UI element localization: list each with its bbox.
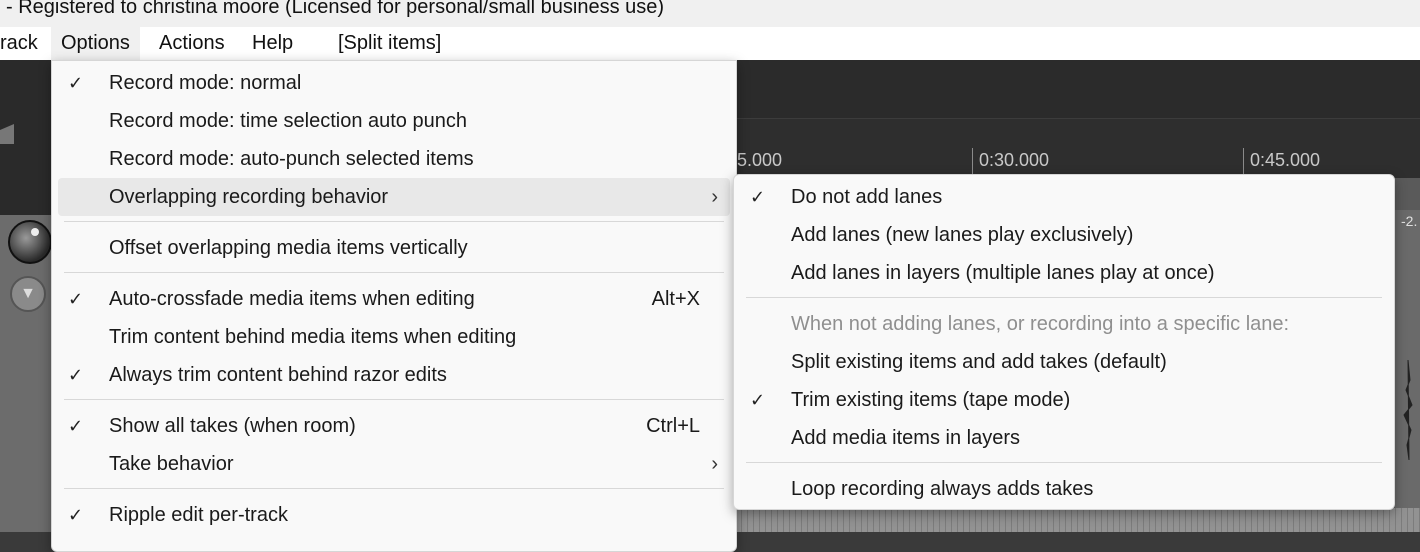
menu-actions[interactable]: Actions <box>149 27 235 60</box>
options-menu: ✓ Record mode: normal Record mode: time … <box>51 60 737 552</box>
title-bar: - Registered to christina moore (License… <box>0 0 1420 27</box>
menu-item-label: Split existing items and add takes (defa… <box>791 351 1167 373</box>
media-item-strip[interactable] <box>735 508 1420 532</box>
menu-item-overlapping-recording[interactable]: Overlapping recording behavior › <box>58 178 730 216</box>
menu-separator <box>64 272 724 273</box>
shortcut-label: Ctrl+L <box>646 415 700 437</box>
menu-item-label: Record mode: time selection auto punch <box>109 110 467 132</box>
ruler-region-lane <box>735 60 1420 118</box>
menu-item-trim-tape-mode[interactable]: ✓ Trim existing items (tape mode) <box>740 381 1388 419</box>
waveform <box>1403 360 1413 460</box>
check-icon: ✓ <box>750 187 766 207</box>
window-title: - Registered to christina moore (License… <box>6 0 665 18</box>
menu-item-ripple-edit[interactable]: ✓ Ripple edit per-track <box>58 496 730 534</box>
menu-item-label: Do not add lanes <box>791 186 943 208</box>
knob-indicator <box>31 228 39 236</box>
menu-item-do-not-add-lanes[interactable]: ✓ Do not add lanes <box>740 178 1388 216</box>
menu-item-trim-razor[interactable]: ✓ Always trim content behind razor edits <box>58 356 730 394</box>
menu-separator <box>746 462 1382 463</box>
menu-item-label: Take behavior <box>109 453 234 475</box>
menu-help[interactable]: Help <box>242 27 303 60</box>
menu-separator <box>64 221 724 222</box>
check-icon: ✓ <box>68 365 84 385</box>
ruler-tick <box>972 148 973 176</box>
volume-knob[interactable] <box>8 220 52 264</box>
menu-item-add-lanes-exclusive[interactable]: Add lanes (new lanes play exclusively) <box>740 216 1388 254</box>
menu-item-label: Always trim content behind razor edits <box>109 364 447 386</box>
menu-item-offset-overlapping[interactable]: Offset overlapping media items verticall… <box>58 229 730 267</box>
menu-item-label: Trim existing items (tape mode) <box>791 389 1071 411</box>
menu-item-add-items-layers[interactable]: Add media items in layers <box>740 419 1388 457</box>
menu-bar: rack Options Actions Help [Split items] <box>0 27 1420 60</box>
menu-item-label: When not adding lanes, or recording into… <box>791 313 1290 335</box>
check-icon: ✓ <box>68 289 84 309</box>
check-icon: ✓ <box>68 505 84 525</box>
menu-separator <box>64 488 724 489</box>
chevron-right-icon: › <box>711 453 718 475</box>
menu-item-label: Record mode: auto-punch selected items <box>109 148 474 170</box>
menu-item-take-behavior[interactable]: Take behavior › <box>58 445 730 483</box>
menu-item-label: Overlapping recording behavior <box>109 186 389 208</box>
menu-item-label: Offset overlapping media items verticall… <box>109 237 468 259</box>
chevron-right-icon: › <box>711 186 718 208</box>
ruler-label: 0:30.000 <box>979 150 1050 170</box>
menu-item-label: Record mode: normal <box>109 72 302 94</box>
menu-item-trim-content[interactable]: Trim content behind media items when edi… <box>58 318 730 356</box>
item-volume-label: -2. <box>1401 213 1418 229</box>
ruler-label: 0:45.000 <box>1250 150 1321 170</box>
menu-item-label: Show all takes (when room) <box>109 415 356 437</box>
menu-item-label: Add lanes (new lanes play exclusively) <box>791 224 1134 246</box>
menu-track[interactable]: rack <box>0 27 48 60</box>
check-icon: ✓ <box>68 73 84 93</box>
menu-split-items[interactable]: [Split items] <box>328 27 451 60</box>
check-icon: ✓ <box>750 390 766 410</box>
menu-item-record-mode-selected-items[interactable]: Record mode: auto-punch selected items <box>58 140 730 178</box>
menu-item-show-all-takes[interactable]: ✓ Show all takes (when room) Ctrl+L <box>58 407 730 445</box>
menu-separator <box>64 399 724 400</box>
shortcut-label: Alt+X <box>651 288 700 310</box>
menu-item-add-lanes-layers[interactable]: Add lanes in layers (multiple lanes play… <box>740 254 1388 292</box>
menu-item-label: Loop recording always adds takes <box>791 478 1094 500</box>
menu-item-record-mode-normal[interactable]: ✓ Record mode: normal <box>58 64 730 102</box>
ruler-tick <box>1243 148 1244 176</box>
menu-item-loop-recording-takes[interactable]: Loop recording always adds takes <box>740 470 1388 508</box>
menu-section-heading: When not adding lanes, or recording into… <box>740 305 1388 343</box>
menu-item-split-add-takes[interactable]: Split existing items and add takes (defa… <box>740 343 1388 381</box>
chevron-down-icon[interactable]: ▼ <box>10 276 46 312</box>
menu-options[interactable]: Options <box>51 27 140 60</box>
menu-item-record-mode-auto-punch[interactable]: Record mode: time selection auto punch <box>58 102 730 140</box>
menu-item-label: Ripple edit per-track <box>109 504 288 526</box>
menu-item-label: Auto-crossfade media items when editing <box>109 288 475 310</box>
menu-item-auto-crossfade[interactable]: ✓ Auto-crossfade media items when editin… <box>58 280 730 318</box>
check-icon: ✓ <box>68 416 84 436</box>
menu-item-label: Add lanes in layers (multiple lanes play… <box>791 262 1215 284</box>
menu-separator <box>746 297 1382 298</box>
ruler-label: 5.000 <box>737 150 783 170</box>
overlapping-recording-submenu: ✓ Do not add lanes Add lanes (new lanes … <box>733 174 1395 510</box>
menu-item-label: Trim content behind media items when edi… <box>109 326 517 348</box>
menu-item-label: Add media items in layers <box>791 427 1020 449</box>
